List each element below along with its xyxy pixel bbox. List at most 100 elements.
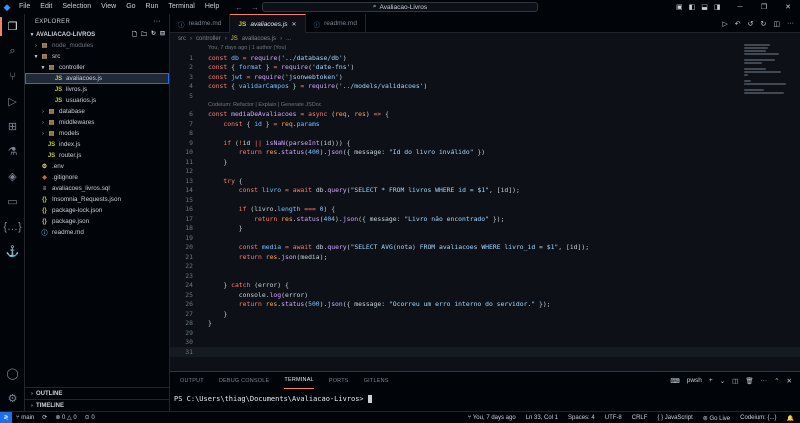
tab-gitlens[interactable]: GITLENS <box>364 372 389 389</box>
code-line[interactable]: 22 <box>170 262 800 272</box>
restore-icon[interactable]: ❐ <box>752 0 776 14</box>
source-control-icon[interactable]: ⑂ <box>0 64 25 89</box>
code-line[interactable]: 23 <box>170 271 800 281</box>
code-line[interactable]: 7 const { id } = req.params <box>170 119 800 129</box>
code-line[interactable]: 5 <box>170 91 800 101</box>
new-file-icon[interactable]: 🗋 <box>132 30 137 40</box>
command-center-search[interactable]: ⌕ Avaliacao-Livros <box>262 2 538 12</box>
tree-file[interactable]: JS avaliacoes.js <box>25 73 169 84</box>
line-ending[interactable]: CRLF <box>632 415 648 421</box>
tab-readme-2[interactable]: ⓘ readme.md <box>306 14 366 33</box>
refresh-icon[interactable]: ↻ <box>151 30 156 40</box>
tab-output[interactable]: OUTPUT <box>180 372 204 389</box>
undo-icon[interactable]: ↺ <box>748 20 754 28</box>
go-live[interactable]: ⊚ Go Live <box>703 415 730 422</box>
problems-status[interactable]: ⊗ 0 △ 0 <box>55 414 76 421</box>
close-icon[interactable]: ✕ <box>776 0 800 14</box>
code-line[interactable]: 19 <box>170 233 800 243</box>
shell-name[interactable]: pwsh <box>687 377 702 384</box>
code-line[interactable]: 20 const media = await db.query("SELECT … <box>170 243 800 253</box>
blame-status[interactable]: ⑂ You, 7 days ago <box>468 415 516 421</box>
close-panel-icon[interactable]: ✕ <box>787 377 792 385</box>
tree-folder[interactable]: › ▤ database <box>25 106 169 117</box>
tree-folder[interactable]: › ▤ middlewares <box>25 117 169 128</box>
cursor-position[interactable]: Ln 33, Col 1 <box>526 415 558 421</box>
breadcrumb-file[interactable]: avaliacoes.js <box>242 36 276 42</box>
forward-arrow-icon[interactable]: → <box>251 3 259 12</box>
menu-file[interactable]: File <box>14 0 35 14</box>
tree-file[interactable]: ⓘ readme.md <box>25 227 169 238</box>
code-line[interactable]: 16 if (livro.length === 0) { <box>170 205 800 215</box>
code-line[interactable]: 25 console.log(error) <box>170 290 800 300</box>
tree-folder[interactable]: ▼ ▤ controller <box>25 62 169 73</box>
code-line[interactable]: 12 <box>170 167 800 177</box>
code-line[interactable]: 11 } <box>170 157 800 167</box>
split-terminal-icon[interactable]: ◫ <box>732 377 738 385</box>
breadcrumb-controller[interactable]: controller <box>196 36 221 42</box>
tree-file[interactable]: ⚙ .env <box>25 161 169 172</box>
ports-status[interactable]: ⊙ 0 <box>85 414 95 421</box>
code-line[interactable]: 3 const jwt = require('jsonwebtoken') <box>170 72 800 82</box>
redo-icon[interactable]: ↻ <box>761 20 767 28</box>
tree-file[interactable]: {} package.json <box>25 216 169 227</box>
indentation[interactable]: Spaces: 4 <box>568 415 595 421</box>
tree-file[interactable]: {} Insomnia_Requests.json <box>25 194 169 205</box>
tab-readme-1[interactable]: ⓘ readme.md <box>170 14 231 33</box>
tree-file[interactable]: JS router.js <box>25 150 169 161</box>
sync-icon[interactable]: ⟳ <box>42 414 47 421</box>
new-terminal-icon[interactable]: + <box>709 377 713 384</box>
code-line[interactable]: 27 } <box>170 309 800 319</box>
run-debug-icon[interactable]: ▷ <box>0 89 25 114</box>
code-line[interactable]: 2 const { format } = require('date-fns') <box>170 63 800 73</box>
chevron-down-icon[interactable]: ⌄ <box>720 377 725 385</box>
toggle-panel-icon[interactable]: ⬓ <box>701 3 708 11</box>
codeium-icon[interactable]: {…} <box>0 214 25 239</box>
code-line[interactable]: 30 <box>170 338 800 348</box>
code-line[interactable]: 18 } <box>170 224 800 234</box>
tree-folder[interactable]: ▼ ▤ src <box>25 51 169 62</box>
tab-avaliacoes[interactable]: JS avaliacoes.js ✕ <box>230 14 306 33</box>
code-line[interactable]: 9 if (!id || isNaN(parseInt(id))) { <box>170 138 800 148</box>
code-line[interactable]: 14 const livro = await db.query("SELECT … <box>170 186 800 196</box>
code-line[interactable]: 6 const mediaDeAvaliacoes = async (req, r… <box>170 110 800 120</box>
run-icon[interactable]: ▷ <box>722 20 727 28</box>
customize-layout-icon[interactable]: ▣ <box>676 3 683 11</box>
code-line[interactable]: 29 <box>170 328 800 338</box>
gitlens-icon[interactable]: ◈ <box>0 164 25 189</box>
code-line[interactable]: 10 return res.status(400).json({ message… <box>170 148 800 158</box>
code-line[interactable]: 4 const { validarCampos } = require('../m… <box>170 82 800 92</box>
back-arrow-icon[interactable]: ← <box>235 3 243 12</box>
history-icon[interactable]: ↶ <box>735 20 741 28</box>
remote-explorer-icon[interactable]: ▭ <box>0 189 25 214</box>
close-tab-icon[interactable]: ✕ <box>292 21 297 28</box>
breadcrumb-more[interactable]: ... <box>286 36 291 42</box>
tree-file[interactable]: JS livros.js <box>25 84 169 95</box>
terminal-output[interactable]: PS C:\Users\thiag\Documents\Avaliacao-Li… <box>170 395 800 403</box>
menu-view[interactable]: View <box>96 0 121 14</box>
menu-run[interactable]: Run <box>141 0 164 14</box>
code-line[interactable]: 24 } catch (error) { <box>170 281 800 291</box>
blame-codelens[interactable]: You, 7 days ago | 1 author (You) <box>170 44 800 53</box>
project-header[interactable]: ▼ AVALIACAO-LIVROS 🗋 🗀 ↻ ⊟ <box>25 29 169 40</box>
code-line[interactable]: 15 <box>170 195 800 205</box>
timeline-section[interactable]: › TIMELINE <box>25 399 170 411</box>
toggle-sidebar-icon[interactable]: ◧ <box>689 3 696 11</box>
tree-file[interactable]: {} package-lock.json <box>25 205 169 216</box>
language-mode[interactable]: { } JavaScript <box>657 415 692 421</box>
extensions-icon[interactable]: ⊞ <box>0 114 25 139</box>
tree-file[interactable]: JS index.js <box>25 139 169 150</box>
code-editor[interactable]: You, 7 days ago | 1 author (You) 1 const … <box>170 44 800 371</box>
menu-help[interactable]: Help <box>200 0 224 14</box>
manage-gear-icon[interactable]: ⚙ <box>0 386 25 411</box>
tab-debug-console[interactable]: DEBUG CONSOLE <box>219 372 270 389</box>
code-line[interactable]: 13 try { <box>170 176 800 186</box>
outline-section[interactable]: › OUTLINE <box>25 387 170 399</box>
docker-icon[interactable]: ⚓ <box>0 239 25 264</box>
tree-file[interactable]: ◆ .gitignore <box>25 172 169 183</box>
code-line[interactable]: 31 <box>170 347 800 357</box>
code-line[interactable]: 26 return res.status(500).json({ message… <box>170 300 800 310</box>
code-line[interactable]: 21 return res.json(media); <box>170 252 800 262</box>
more-actions-icon[interactable]: ··· <box>153 18 161 25</box>
minimize-icon[interactable]: ─ <box>728 0 752 14</box>
search-view-icon[interactable]: ⌕ <box>0 39 25 64</box>
